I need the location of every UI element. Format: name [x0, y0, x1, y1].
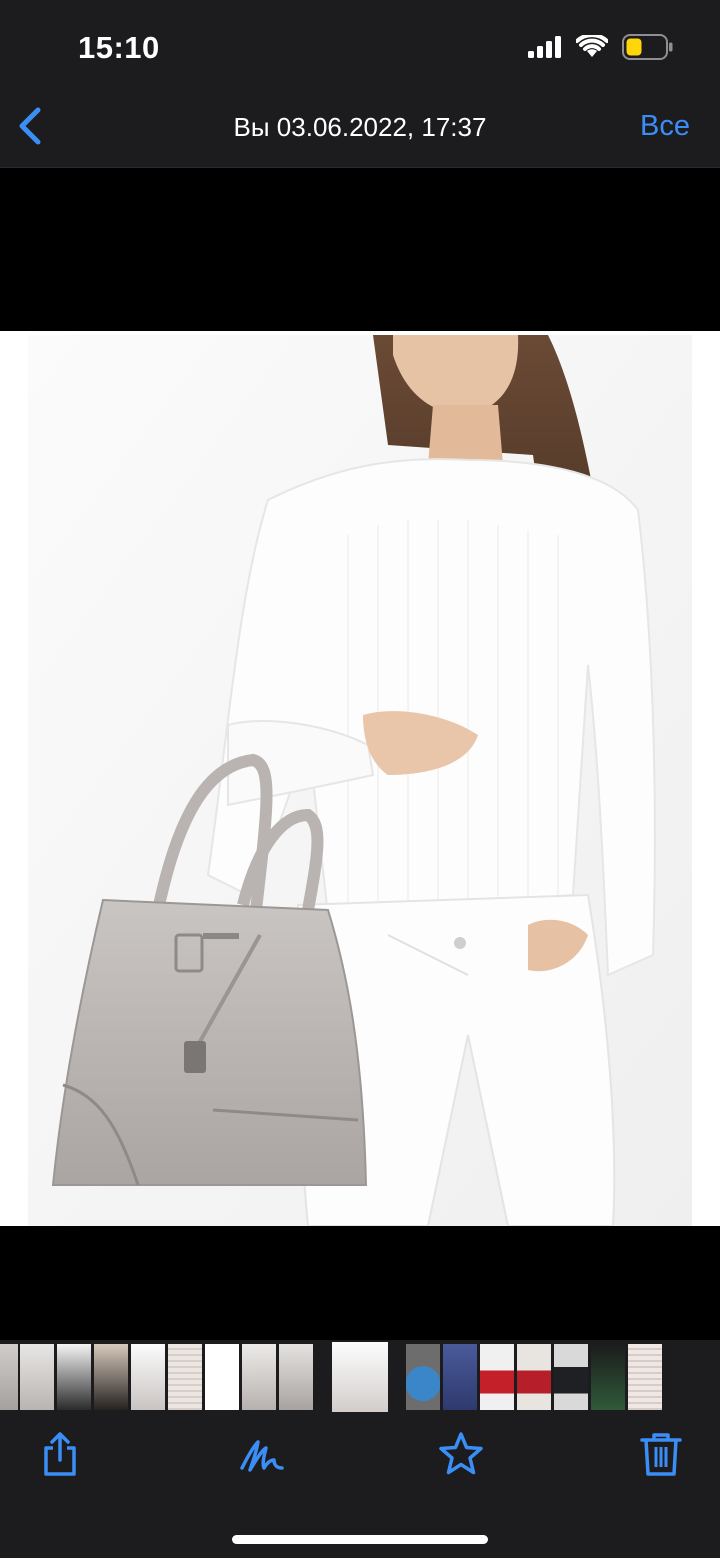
thumbnail-strip[interactable]: [0, 1340, 720, 1414]
thumbnail[interactable]: [20, 1344, 54, 1410]
favorite-star-icon: [439, 1432, 483, 1475]
thumbnail[interactable]: [480, 1344, 514, 1410]
thumbnail[interactable]: [57, 1344, 91, 1410]
thumbnail[interactable]: [517, 1344, 551, 1410]
thumbnail[interactable]: [205, 1344, 239, 1410]
thumbnail[interactable]: [0, 1344, 18, 1410]
share-button[interactable]: [36, 1430, 84, 1478]
thumbnail[interactable]: [242, 1344, 276, 1410]
nav-title: Вы 03.06.2022, 17:37: [233, 112, 487, 142]
markup-icon: [240, 1440, 284, 1472]
signal-icon: [528, 36, 561, 58]
thumbnail-current[interactable]: [332, 1342, 388, 1412]
status-time: 15:10: [78, 30, 160, 65]
thumbnail[interactable]: [406, 1344, 440, 1410]
share-icon: [44, 1432, 76, 1476]
trash-icon: [640, 1433, 682, 1476]
thumbnail[interactable]: [131, 1344, 165, 1410]
favorite-button[interactable]: [437, 1430, 485, 1478]
status-icons: [528, 34, 674, 60]
photo[interactable]: [0, 331, 720, 1226]
thumbnail[interactable]: [168, 1344, 202, 1410]
nav-bar: Вы 03.06.2022, 17:37 Все: [0, 88, 720, 168]
thumbnail[interactable]: [591, 1344, 625, 1410]
photo-illustration: [28, 335, 692, 1226]
status-bar: 15:10: [0, 0, 720, 88]
delete-button[interactable]: [637, 1430, 685, 1478]
product-photo: [28, 335, 692, 1226]
thumbnail[interactable]: [628, 1344, 662, 1410]
wifi-icon: [576, 35, 608, 57]
battery-icon: [622, 34, 673, 60]
thumbnail[interactable]: [279, 1344, 313, 1410]
home-indicator[interactable]: [232, 1535, 488, 1544]
all-photos-button[interactable]: Все: [640, 110, 690, 143]
photo-viewer[interactable]: [0, 169, 720, 1339]
markup-button[interactable]: [238, 1430, 286, 1478]
thumbnail[interactable]: [554, 1344, 588, 1410]
thumbnail[interactable]: [443, 1344, 477, 1410]
thumbnail[interactable]: [94, 1344, 128, 1410]
